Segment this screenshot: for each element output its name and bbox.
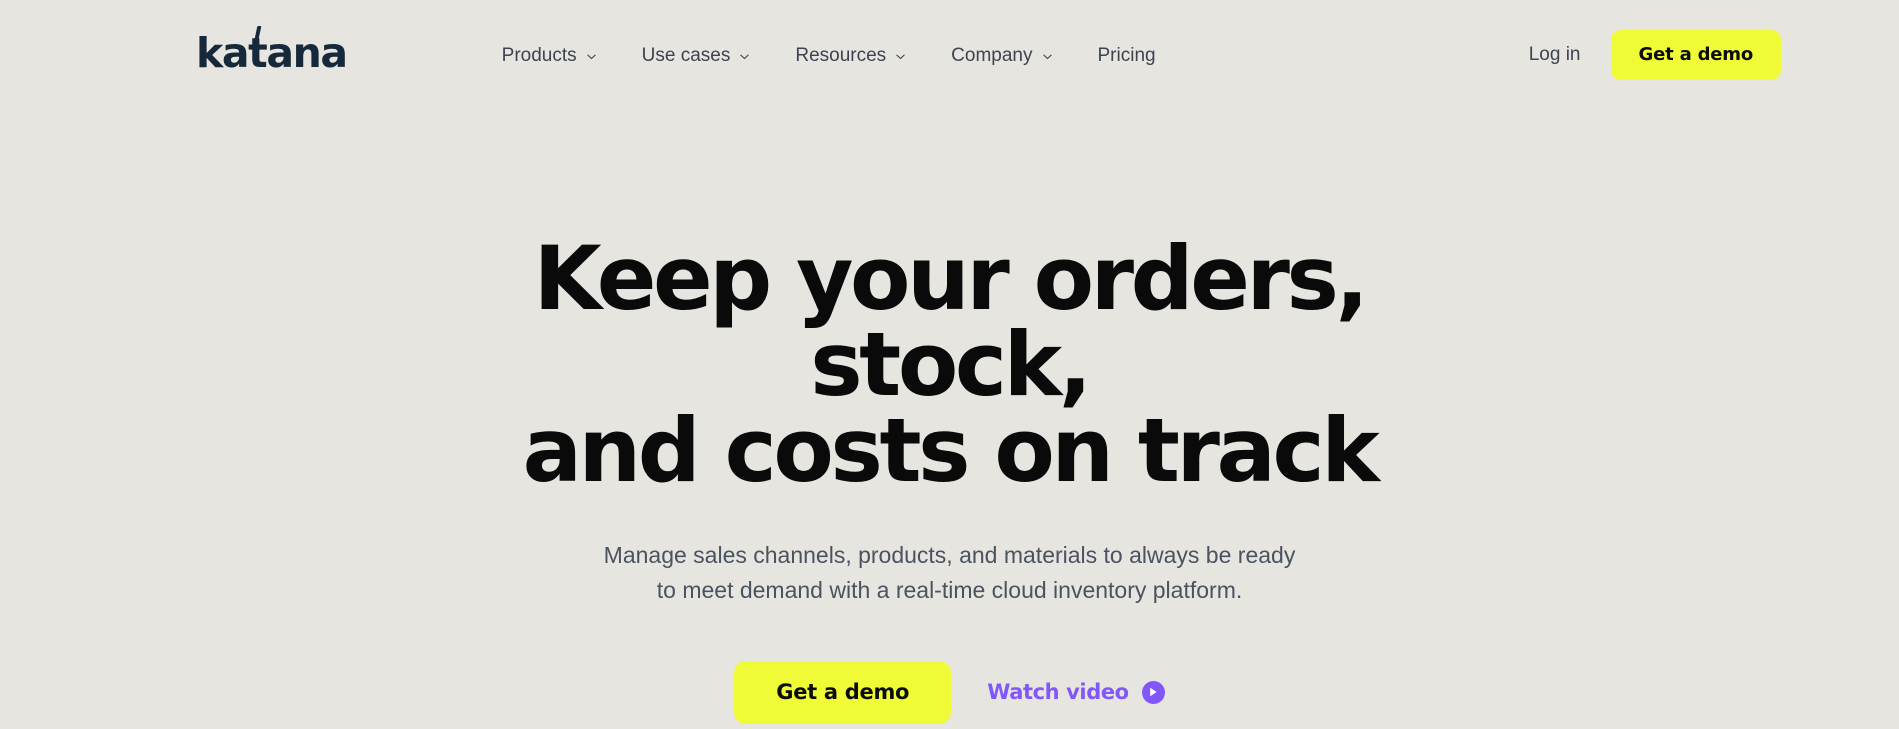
hero-cta-group: Get a demo Watch video bbox=[0, 660, 1899, 724]
watch-video-label: Watch video bbox=[987, 679, 1129, 704]
nav-item-resources[interactable]: Resources bbox=[795, 46, 906, 65]
nav-label: Products bbox=[501, 44, 577, 66]
hero-get-a-demo-button[interactable]: Get a demo bbox=[734, 660, 952, 724]
site-header: katana Products Use cases Resources Comp… bbox=[0, 0, 1899, 110]
watch-video-link[interactable]: Watch video bbox=[987, 679, 1165, 704]
hero-subheadline: Manage sales channels, products, and mat… bbox=[550, 538, 1350, 609]
chevron-down-icon bbox=[739, 51, 750, 62]
nav-item-products[interactable]: Products bbox=[502, 46, 597, 65]
hero-subheadline-line-1: Manage sales channels, products, and mat… bbox=[603, 541, 1296, 568]
nav-label: Resources bbox=[795, 44, 887, 66]
primary-navigation: Products Use cases Resources Company Pri… bbox=[502, 46, 1156, 65]
hero-section: Keep your orders, stock, and costs on tr… bbox=[0, 110, 1899, 724]
katana-logo[interactable]: katana bbox=[196, 25, 348, 74]
login-link[interactable]: Log in bbox=[1529, 44, 1581, 66]
nav-label: Company bbox=[951, 44, 1033, 66]
chevron-down-icon bbox=[895, 51, 906, 62]
hero-headline-line-2: and costs on track bbox=[522, 399, 1380, 503]
nav-item-pricing[interactable]: Pricing bbox=[1098, 46, 1156, 65]
landing-page: katana Products Use cases Resources Comp… bbox=[0, 0, 1899, 729]
header-actions: Log in Get a demo bbox=[1529, 30, 1781, 80]
play-circle-icon bbox=[1141, 680, 1165, 704]
chevron-down-icon bbox=[1042, 51, 1053, 62]
hero-headline: Keep your orders, stock, and costs on tr… bbox=[400, 227, 1500, 503]
header-get-a-demo-button[interactable]: Get a demo bbox=[1610, 30, 1781, 80]
hero-subheadline-line-2: to meet demand with a real-time cloud in… bbox=[656, 577, 1243, 604]
hero-headline-line-1: Keep your orders, stock, bbox=[533, 227, 1368, 417]
nav-item-use-cases[interactable]: Use cases bbox=[642, 46, 751, 65]
nav-item-company[interactable]: Company bbox=[951, 46, 1052, 65]
logo-wordmark: katana bbox=[196, 28, 348, 77]
nav-label: Pricing bbox=[1097, 44, 1156, 66]
chevron-down-icon bbox=[586, 51, 597, 62]
nav-label: Use cases bbox=[641, 44, 731, 66]
